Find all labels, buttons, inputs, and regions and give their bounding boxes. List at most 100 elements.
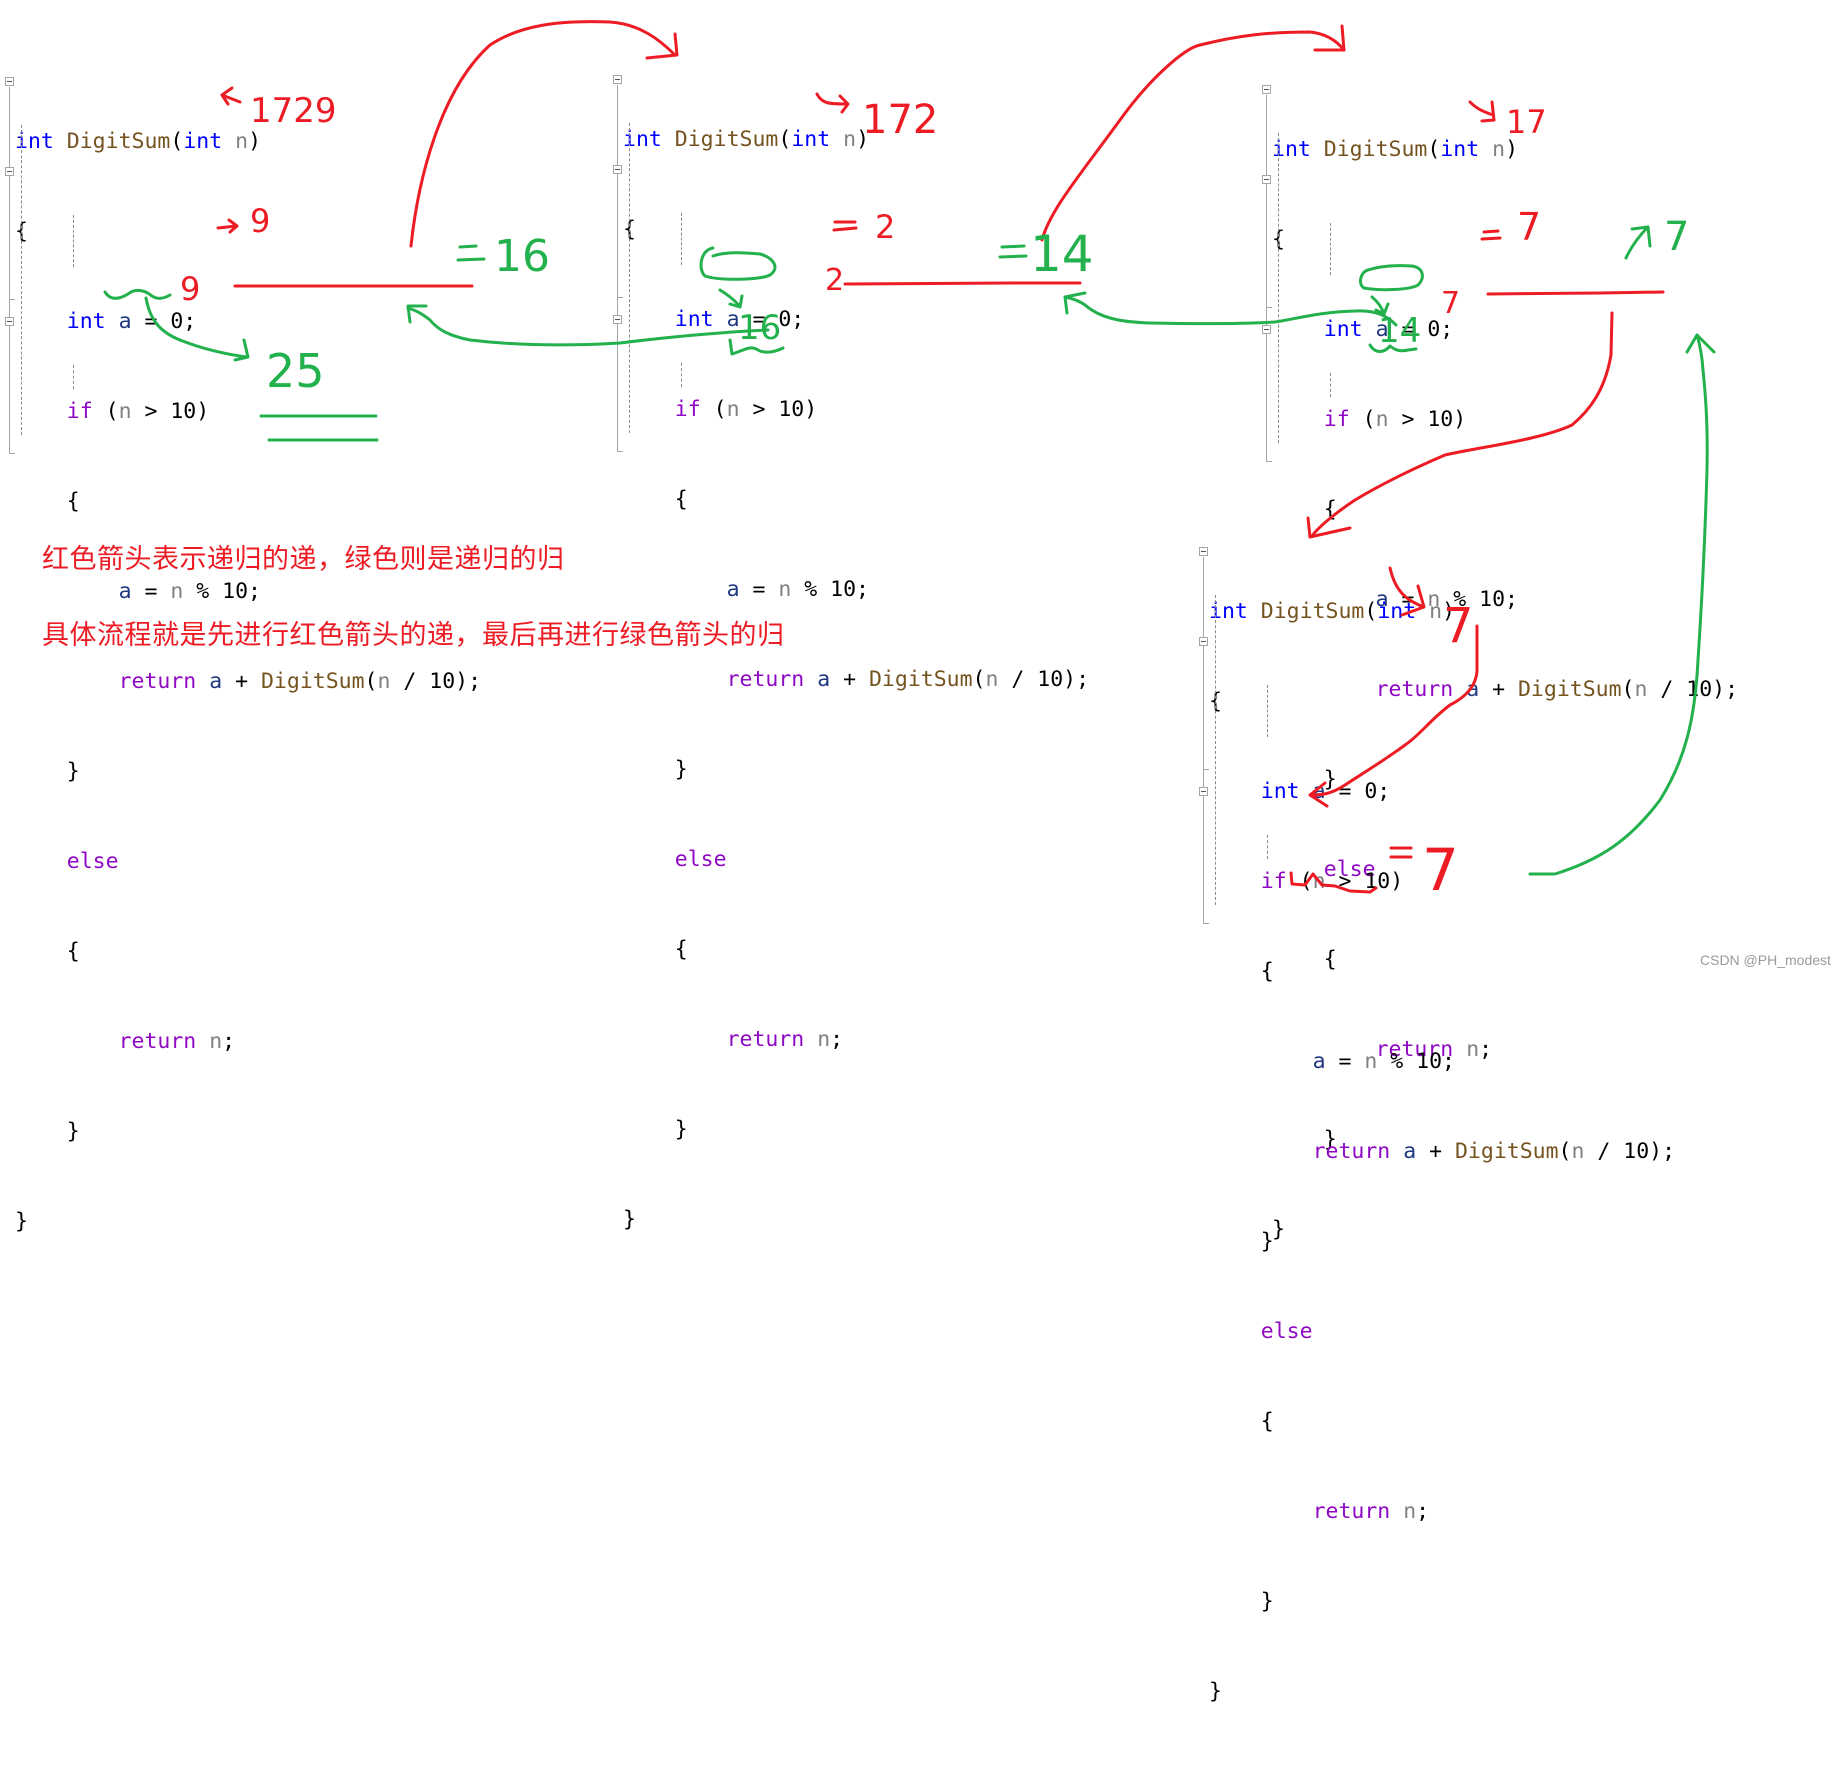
paren-open: (	[92, 399, 119, 424]
code-line-if: if (n > 10)	[1209, 867, 1675, 897]
fold-toggle-icon[interactable]	[613, 315, 622, 324]
keyword-else: else	[66, 849, 119, 874]
fold-toggle-icon[interactable]	[1199, 547, 1208, 556]
param-name: n	[778, 577, 792, 602]
fold-toggle-icon[interactable]	[1262, 85, 1271, 94]
var-a: a	[1375, 317, 1389, 342]
fold-toggle-icon[interactable]	[613, 75, 622, 84]
var-a: a	[118, 579, 132, 604]
decl-init: = 0;	[1388, 317, 1454, 342]
fold-toggle-icon[interactable]	[1199, 787, 1208, 796]
param-name: n	[235, 129, 249, 154]
function-name: DigitSum	[66, 129, 171, 154]
paren-open: (	[1427, 137, 1441, 162]
code-line-else-close: }	[1209, 1587, 1675, 1617]
brace: {	[674, 487, 688, 512]
code-line-else-open: {	[623, 935, 1089, 965]
decl-init: = 0;	[739, 307, 805, 332]
paren-open: (	[170, 129, 184, 154]
code-line-inner-open: {	[15, 487, 481, 517]
function-name: DigitSum	[1454, 1139, 1559, 1164]
param-name: n	[843, 127, 857, 152]
code-line-assign: a = n % 10;	[1209, 1047, 1675, 1077]
fold-gutter-end	[1266, 461, 1272, 462]
red-arrowhead-call-1-to-2	[645, 32, 679, 60]
legend-note-line-2: 具体流程就是先进行红色箭头的递，最后再进行绿色箭头的归	[42, 620, 785, 651]
code-block-call-2: int DigitSum(int n) { int a = 0; if (n >…	[623, 65, 1089, 1295]
code-line-else: else	[1209, 1317, 1675, 1347]
brace: }	[66, 759, 80, 784]
param-name: n	[1403, 1499, 1417, 1524]
indent-guide	[1267, 685, 1268, 737]
function-name: DigitSum	[1260, 599, 1365, 624]
legend-note-line-1: 红色箭头表示递归的递，绿色则是递归的归	[42, 544, 565, 575]
operator: +	[222, 669, 261, 694]
fold-gutter-line	[617, 85, 618, 451]
paren-open: (	[700, 397, 727, 422]
keyword-return: return	[1312, 1139, 1391, 1164]
operator: =	[1325, 1049, 1365, 1074]
fold-gutter-end	[9, 453, 15, 454]
condition-rest: > 10)	[131, 399, 210, 424]
code-line-open-brace: {	[15, 217, 481, 247]
brace: {	[1323, 497, 1337, 522]
keyword-if: if	[1323, 407, 1350, 432]
fold-toggle-icon[interactable]	[5, 317, 14, 326]
brace: {	[1260, 959, 1274, 984]
param-type: int	[1377, 599, 1417, 624]
fold-toggle-icon[interactable]	[1262, 325, 1271, 334]
fold-toggle-icon[interactable]	[5, 77, 14, 86]
fold-toggle-icon[interactable]	[1262, 175, 1271, 184]
modulo-expr: % 10;	[1377, 1049, 1455, 1074]
param-name: n	[1375, 407, 1389, 432]
fold-gutter-line	[1266, 95, 1267, 461]
paren-open: (	[364, 669, 378, 694]
fold-gutter-end	[617, 451, 623, 452]
paren-close: )	[1442, 599, 1456, 624]
paren-open: (	[1349, 407, 1376, 432]
var-a: a	[1312, 779, 1326, 804]
indent-guide	[73, 215, 74, 267]
param-name: n	[170, 579, 184, 604]
division-expr: / 10);	[998, 667, 1090, 692]
paren-close: )	[1505, 137, 1519, 162]
var-a: a	[209, 669, 223, 694]
indent-guide	[1330, 373, 1331, 397]
function-name: DigitSum	[674, 127, 779, 152]
brace: {	[1260, 1409, 1274, 1434]
decl-init: = 0;	[131, 309, 197, 334]
paren-close: )	[856, 127, 870, 152]
watermark: CSDN @PH_modest	[1700, 952, 1831, 968]
semicolon: ;	[1416, 1499, 1430, 1524]
param-name: n	[985, 667, 999, 692]
division-expr: / 10);	[390, 669, 482, 694]
fold-toggle-icon[interactable]	[1199, 637, 1208, 646]
param-name: n	[1429, 599, 1443, 624]
keyword-return: return	[726, 1027, 805, 1052]
red-arrowhead-call-2-to-3	[1313, 24, 1346, 52]
operator: +	[1416, 1139, 1455, 1164]
function-name: DigitSum	[1323, 137, 1428, 162]
code-line-close-brace: }	[1209, 1677, 1675, 1707]
paren-open: (	[778, 127, 792, 152]
code-line-if: if (n > 10)	[15, 397, 481, 427]
code-line-open-brace: {	[1209, 687, 1675, 717]
code-line-else: else	[15, 847, 481, 877]
fold-gutter-end	[1203, 923, 1209, 924]
brace: {	[66, 489, 80, 514]
code-line-close-brace: }	[623, 1205, 1089, 1235]
indent-guide	[1267, 835, 1268, 859]
function-name: DigitSum	[260, 669, 365, 694]
fold-gutter-end	[1203, 769, 1209, 770]
fold-toggle-icon[interactable]	[5, 167, 14, 176]
code-line-else-close: }	[623, 1115, 1089, 1145]
code-line-if: if (n > 10)	[623, 395, 1089, 425]
brace: }	[1209, 1679, 1222, 1704]
code-line-if: if (n > 10)	[1272, 405, 1738, 435]
param-type: int	[1440, 137, 1480, 162]
code-line-assign: a = n % 10;	[623, 575, 1089, 605]
code-line-signature: int DigitSum(int n)	[15, 127, 481, 157]
param-name: n	[726, 397, 740, 422]
fold-toggle-icon[interactable]	[613, 165, 622, 174]
